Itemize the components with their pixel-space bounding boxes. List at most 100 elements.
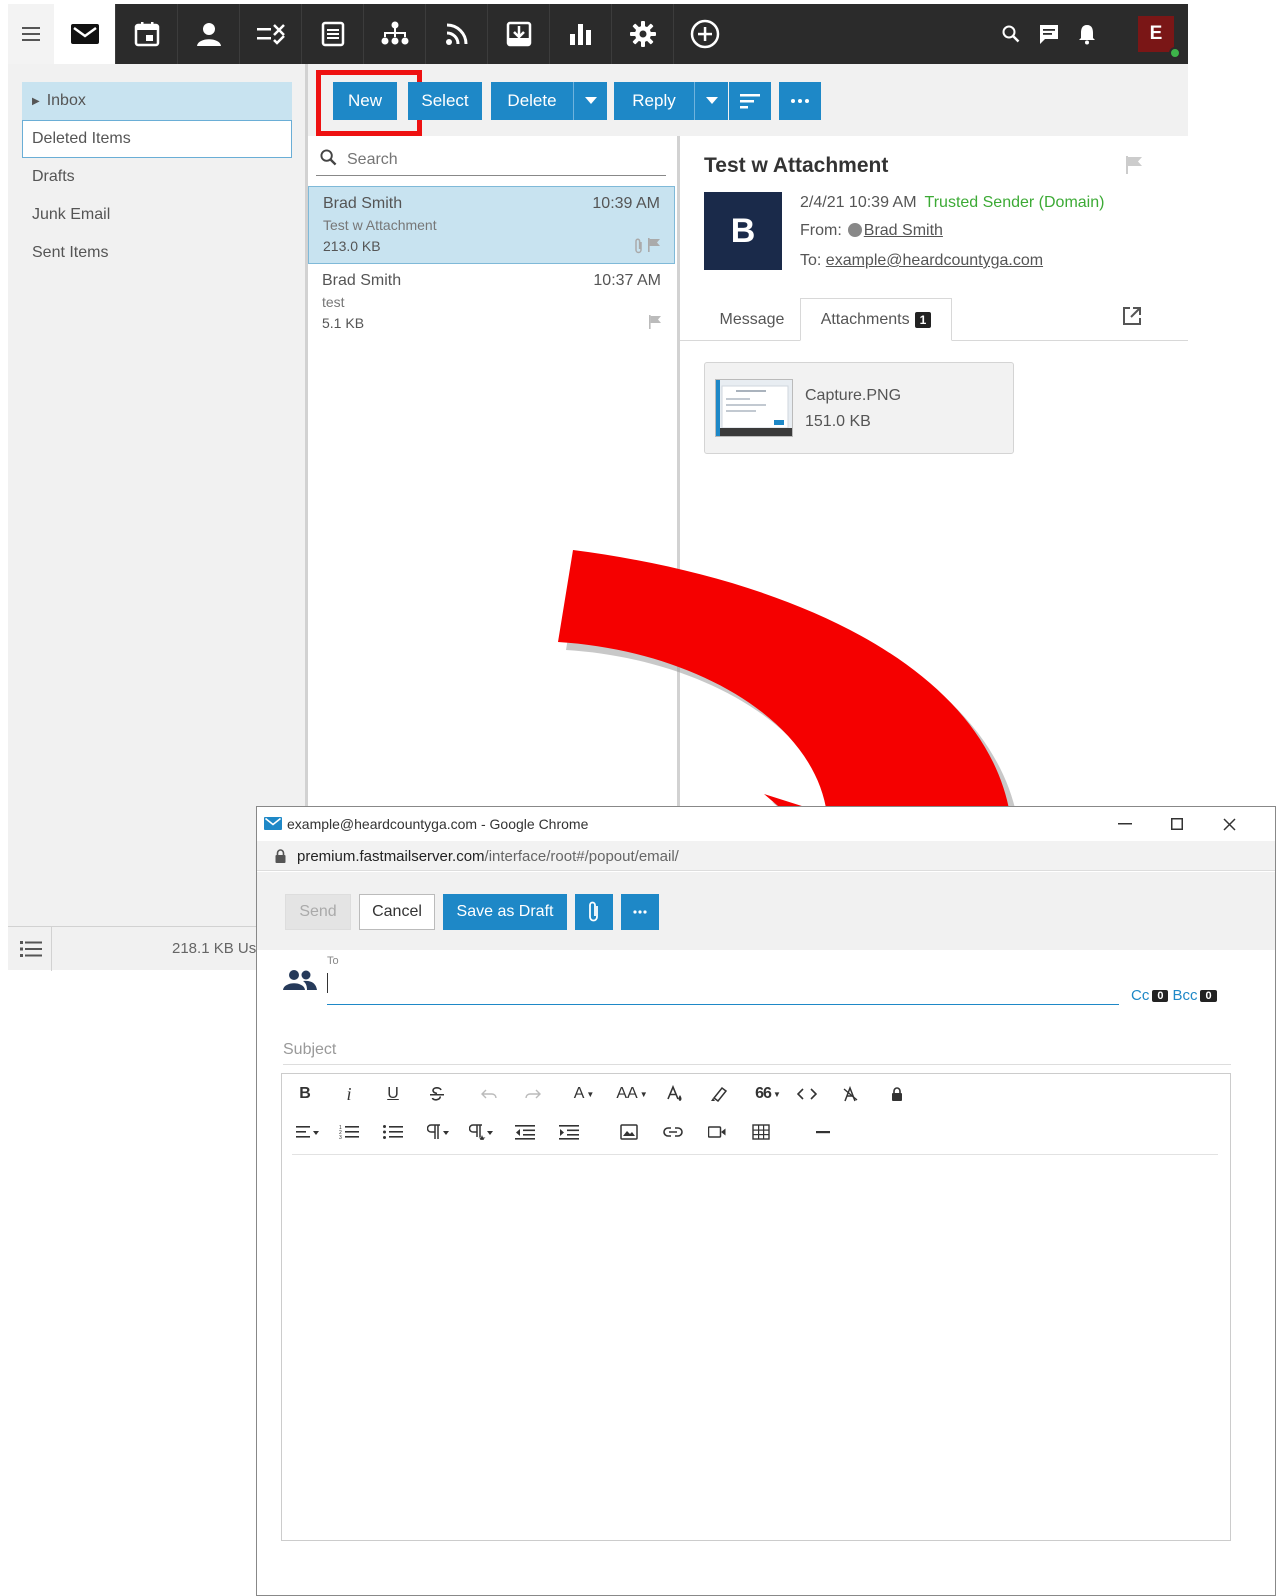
address-bar[interactable]: premium.fastmailserver.com/interface/roo…	[257, 841, 1275, 871]
archive-icon[interactable]	[488, 4, 550, 64]
to-input[interactable]	[327, 971, 1119, 1005]
caret-down-icon: ▼	[586, 1089, 595, 1099]
message-icons	[649, 315, 661, 333]
message-size: 213.0 KB	[323, 238, 381, 254]
calendar-icon[interactable]	[116, 4, 178, 64]
video-icon[interactable]	[704, 1118, 730, 1146]
cancel-button[interactable]: Cancel	[359, 894, 435, 930]
flag-icon[interactable]	[1126, 156, 1142, 179]
attachment-name: Capture.PNG	[805, 387, 902, 404]
strikethrough-icon[interactable]	[424, 1080, 450, 1108]
attachment-card[interactable]: Capture.PNG 151.0 KB	[704, 362, 1014, 454]
caret-down-icon: ▼	[639, 1089, 648, 1099]
image-icon[interactable]	[616, 1118, 642, 1146]
font-size-button[interactable]: A ▼	[566, 1080, 602, 1108]
from-line: From: Brad Smith	[800, 222, 943, 240]
bcc-link[interactable]: Bcc	[1172, 987, 1197, 1004]
minimize-icon[interactable]	[1099, 807, 1151, 841]
undo-icon[interactable]	[476, 1080, 502, 1108]
bold-button[interactable]: B	[292, 1080, 318, 1108]
italic-button[interactable]: i	[336, 1080, 362, 1108]
text-color-icon[interactable]	[662, 1080, 688, 1108]
people-icon[interactable]	[283, 969, 317, 996]
sender-link[interactable]: Brad Smith	[864, 222, 943, 239]
folder-sent-items[interactable]: Sent Items	[22, 234, 292, 272]
clear-format-icon[interactable]	[838, 1080, 864, 1108]
message-icons	[634, 238, 660, 258]
more-options-icon[interactable]	[621, 894, 659, 930]
to-line: To: example@heardcountyga.com	[800, 252, 1043, 270]
align-icon[interactable]	[292, 1118, 324, 1146]
paragraph-style-icon[interactable]	[466, 1118, 498, 1146]
bar-chart-icon[interactable]	[550, 4, 612, 64]
underline-button[interactable]: U	[380, 1080, 406, 1108]
bell-icon[interactable]	[1068, 4, 1106, 64]
more-options-icon[interactable]	[779, 82, 821, 120]
font-case-button[interactable]: AA ▼	[612, 1080, 652, 1108]
code-icon[interactable]	[794, 1080, 820, 1108]
gear-icon[interactable]	[612, 4, 674, 64]
table-icon[interactable]	[748, 1118, 774, 1146]
folder-junk-email[interactable]: Junk Email	[22, 196, 292, 234]
delete-button[interactable]: Delete	[491, 82, 573, 120]
indent-icon[interactable]	[556, 1118, 582, 1146]
editor-body[interactable]	[282, 1156, 1230, 1540]
popout-icon[interactable]	[1122, 306, 1142, 331]
cc-link[interactable]: Cc	[1131, 987, 1149, 1004]
trusted-sender-badge: Trusted Sender (Domain)	[924, 194, 1105, 211]
caret-down-icon: ▼	[772, 1089, 781, 1099]
org-chart-icon[interactable]	[364, 4, 426, 64]
list-menu-icon[interactable]	[14, 937, 48, 961]
reply-dropdown-icon[interactable]	[694, 82, 728, 120]
hamburger-icon[interactable]	[8, 4, 54, 64]
select-button[interactable]: Select	[408, 82, 482, 120]
folder-inbox[interactable]: ▶ Inbox	[22, 82, 292, 120]
tab-message[interactable]: Message	[704, 298, 800, 341]
search-input[interactable]	[347, 150, 647, 169]
save-as-draft-button[interactable]: Save as Draft	[443, 894, 567, 930]
link-icon[interactable]	[660, 1118, 686, 1146]
ordered-list-icon[interactable]: 123	[336, 1118, 362, 1146]
browser-title-bar: example@heardcountyga.com - Google Chrom…	[257, 807, 1275, 841]
sender-status-icon	[847, 223, 862, 237]
folder-drafts[interactable]: Drafts	[22, 158, 292, 196]
delete-dropdown-icon[interactable]	[573, 82, 607, 120]
message-row[interactable]: Brad Smith 10:37 AM test 5.1 KB	[308, 264, 675, 342]
unordered-list-icon[interactable]	[380, 1118, 406, 1146]
close-icon[interactable]	[1203, 807, 1255, 841]
flag-icon[interactable]	[648, 238, 660, 258]
message-row[interactable]: Brad Smith 10:39 AM Test w Attachment 21…	[308, 186, 675, 264]
maximize-icon[interactable]	[1151, 807, 1203, 841]
highlight-icon[interactable]	[706, 1080, 732, 1108]
user-avatar[interactable]: E	[1138, 16, 1174, 52]
flag-icon[interactable]	[649, 315, 661, 333]
outdent-icon[interactable]	[512, 1118, 538, 1146]
send-button[interactable]: Send	[285, 894, 351, 930]
plus-circle-icon[interactable]	[674, 4, 736, 64]
chat-icon[interactable]	[1030, 4, 1068, 64]
search-icon[interactable]	[992, 4, 1030, 64]
tasks-icon[interactable]	[240, 4, 302, 64]
envelope-icon[interactable]	[54, 4, 116, 64]
rss-icon[interactable]	[426, 4, 488, 64]
horizontal-rule-icon[interactable]	[810, 1118, 836, 1146]
folder-deleted-items[interactable]: Deleted Items	[22, 120, 292, 158]
sort-icon[interactable]	[729, 82, 771, 120]
tab-attachments[interactable]: Attachments 1	[800, 298, 952, 341]
reply-button[interactable]: Reply	[614, 82, 694, 120]
paperclip-icon	[634, 238, 644, 258]
folder-label: Junk Email	[32, 206, 111, 223]
redo-icon[interactable]	[520, 1080, 546, 1108]
paperclip-icon[interactable]	[575, 894, 613, 930]
message-sender: Brad Smith	[323, 195, 403, 212]
paragraph-icon[interactable]	[424, 1118, 454, 1146]
person-icon[interactable]	[178, 4, 240, 64]
recipient-link[interactable]: example@heardcountyga.com	[826, 252, 1043, 269]
subject-input[interactable]	[283, 1035, 1231, 1065]
quote-button[interactable]: 66 ▼	[750, 1080, 786, 1108]
search-box[interactable]	[316, 144, 666, 176]
editor-toolbar-divider	[292, 1154, 1218, 1155]
notes-icon[interactable]	[302, 4, 364, 64]
lock-icon[interactable]	[884, 1080, 910, 1108]
footer-divider	[51, 927, 52, 971]
